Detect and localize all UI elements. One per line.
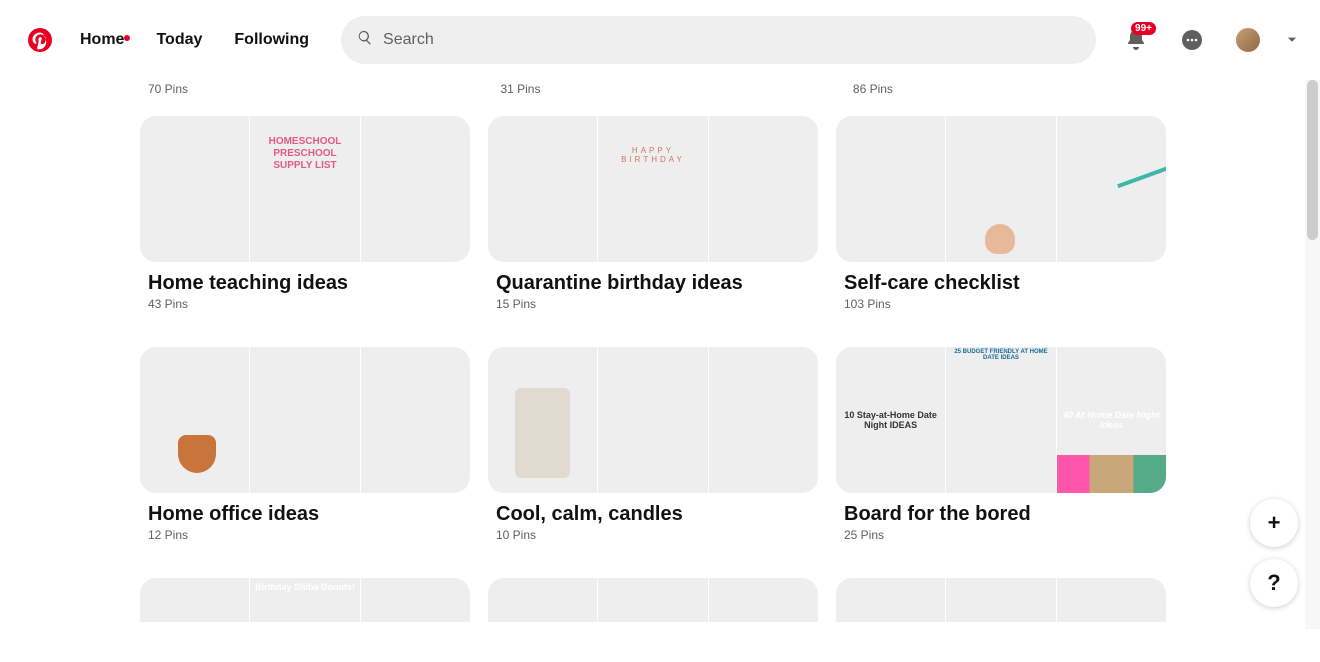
account-menu-button[interactable] (1280, 16, 1304, 64)
board-thumb (946, 116, 1055, 262)
board-title: Self-care checklist (844, 272, 1158, 295)
board-cover (140, 578, 470, 622)
board-card[interactable]: Self-care checklist 103 Pins (836, 116, 1166, 311)
board-thumb (1057, 578, 1166, 622)
search-container (341, 16, 1096, 64)
search-icon (357, 30, 373, 51)
board-thumb (598, 578, 707, 622)
board-thumb (250, 116, 359, 262)
board-card[interactable] (488, 578, 818, 622)
board-cover (140, 116, 470, 262)
board-thumb (361, 116, 470, 262)
board-thumb (598, 116, 707, 262)
board-cover (836, 578, 1166, 622)
chevron-down-icon (1285, 33, 1299, 47)
board-pin-count: 12 Pins (148, 528, 462, 542)
board-cover (140, 347, 470, 493)
vertical-scrollbar[interactable] (1305, 80, 1320, 629)
board-pin-count: 15 Pins (496, 297, 810, 311)
scrollbar-thumb[interactable] (1307, 80, 1318, 240)
board-title: Board for the bored (844, 503, 1158, 526)
board-pin-count: 43 Pins (148, 297, 462, 311)
board-thumb (836, 578, 945, 622)
board-card[interactable]: Home office ideas 12 Pins (140, 347, 470, 542)
partial-board-row-above: 70 Pins 31 Pins 86 Pins (0, 80, 1320, 116)
board-thumb (709, 578, 818, 622)
notification-badge: 99+ (1131, 22, 1156, 35)
avatar-icon (1236, 28, 1260, 52)
board-thumb (361, 347, 470, 493)
board-thumb (140, 347, 249, 493)
board-cover (836, 116, 1166, 262)
board-thumb (140, 116, 249, 262)
nav-home[interactable]: Home (64, 19, 140, 61)
board-thumb (488, 578, 597, 622)
board-thumb (250, 578, 359, 622)
board-thumb (361, 578, 470, 622)
board-title: Home office ideas (148, 503, 462, 526)
board-thumb (946, 578, 1055, 622)
board-pin-count: 10 Pins (496, 528, 810, 542)
board-thumb (836, 116, 945, 262)
board-thumb (1057, 347, 1166, 493)
board-thumb (488, 116, 597, 262)
board-pin-count: 103 Pins (844, 297, 1158, 311)
nav-following[interactable]: Following (218, 19, 325, 61)
board-cover (488, 347, 818, 493)
board-thumb (709, 347, 818, 493)
question-icon: ? (1267, 570, 1280, 596)
main-nav: Home Today Following (64, 19, 325, 61)
notifications-button[interactable]: 99+ (1112, 16, 1160, 64)
top-header: Home Today Following 99+ (0, 0, 1320, 80)
board-title: Home teaching ideas (148, 272, 462, 295)
board-card[interactable]: Home teaching ideas 43 Pins (140, 116, 470, 311)
board-card[interactable]: Quarantine birthday ideas 15 Pins (488, 116, 818, 311)
header-actions: 99+ (1112, 16, 1304, 64)
board-pin-count: 25 Pins (844, 528, 1158, 542)
nav-today[interactable]: Today (140, 19, 218, 61)
pinterest-logo-icon[interactable] (28, 28, 52, 52)
board-card[interactable] (836, 578, 1166, 622)
profile-button[interactable] (1224, 16, 1272, 64)
plus-icon: + (1268, 510, 1281, 536)
board-thumb (709, 116, 818, 262)
board-title: Quarantine birthday ideas (496, 272, 810, 295)
board-cover (488, 578, 818, 622)
board-thumb (946, 347, 1055, 493)
board-cover (836, 347, 1166, 493)
board-card[interactable]: Board for the bored 25 Pins (836, 347, 1166, 542)
board-pin-count: 70 Pins (148, 82, 478, 96)
board-pin-count: 86 Pins (853, 82, 1183, 96)
board-thumb (250, 347, 359, 493)
board-thumb (836, 347, 945, 493)
board-title: Cool, calm, candles (496, 503, 810, 526)
floating-actions: + ? (1250, 499, 1298, 607)
help-button[interactable]: ? (1250, 559, 1298, 607)
board-thumb (598, 347, 707, 493)
main-content: 70 Pins 31 Pins 86 Pins Home teaching id… (0, 80, 1320, 662)
board-card[interactable] (140, 578, 470, 622)
board-thumb (488, 347, 597, 493)
chat-icon (1180, 28, 1204, 52)
board-thumb (1057, 116, 1166, 262)
add-button[interactable]: + (1250, 499, 1298, 547)
search-input[interactable] (341, 16, 1096, 64)
messages-button[interactable] (1168, 16, 1216, 64)
board-thumb (140, 578, 249, 622)
board-cover (488, 116, 818, 262)
boards-grid: Home teaching ideas 43 Pins Quarantine b… (0, 116, 1320, 622)
board-pin-count: 31 Pins (500, 82, 830, 96)
board-card[interactable]: Cool, calm, candles 10 Pins (488, 347, 818, 542)
